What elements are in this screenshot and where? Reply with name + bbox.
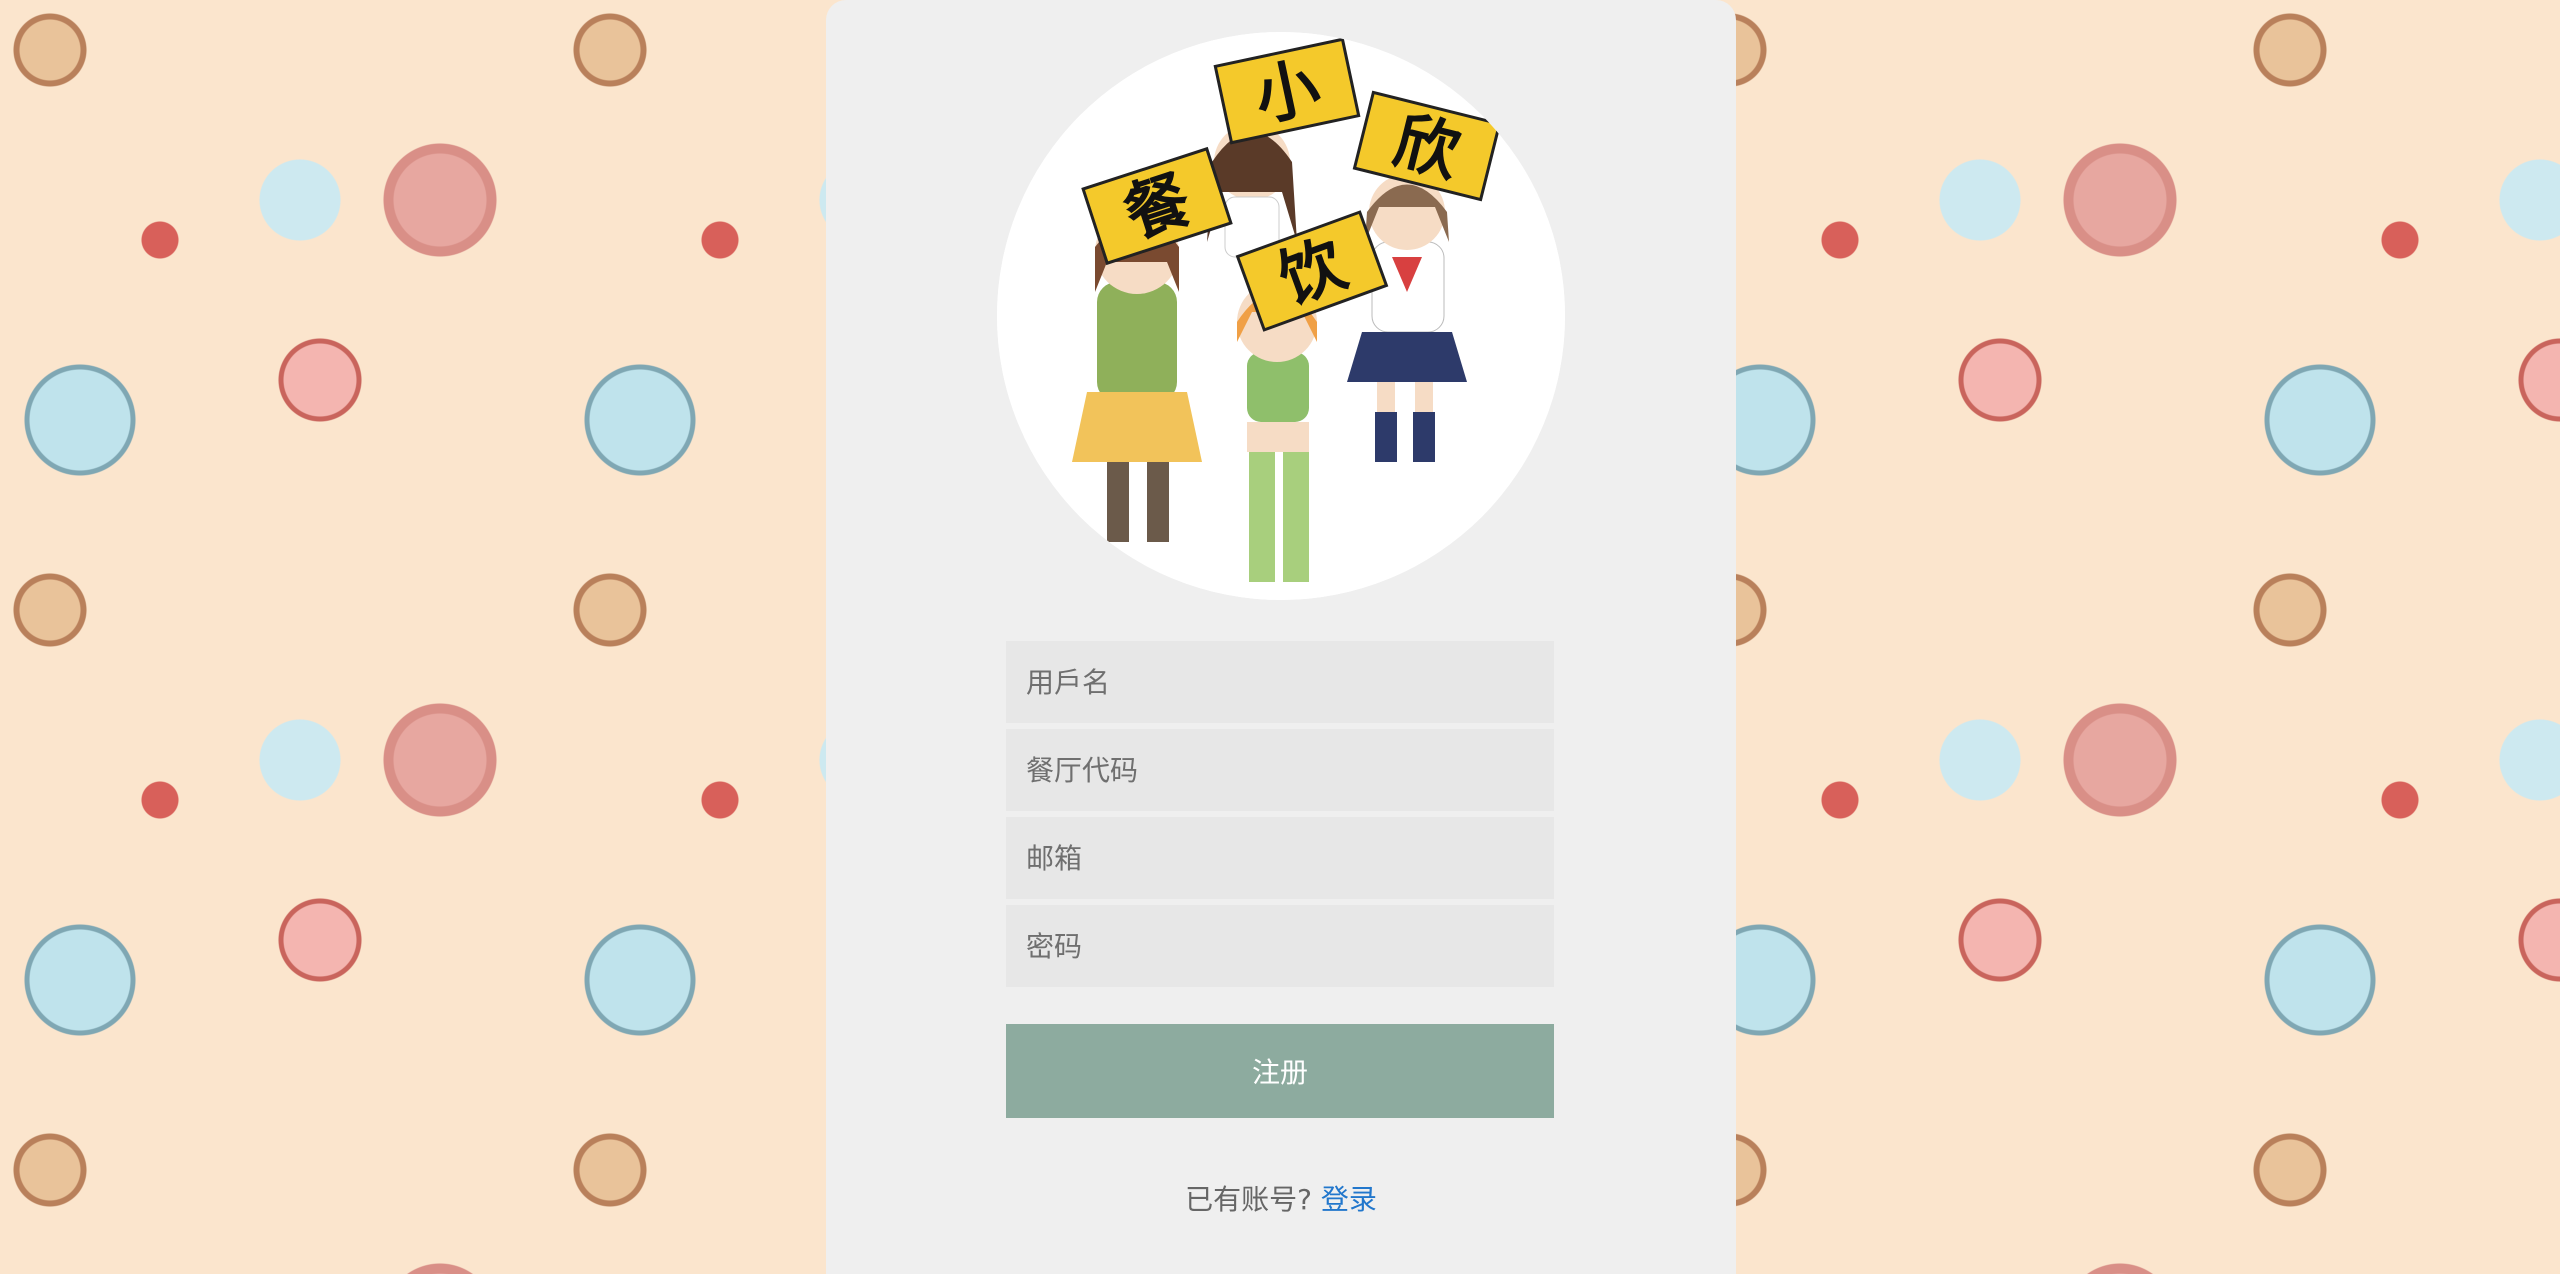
username-input[interactable] xyxy=(1006,641,1554,723)
register-button[interactable]: 注册 xyxy=(1006,1024,1554,1118)
login-prompt: 已有账号? 登录 xyxy=(826,1178,1736,1218)
login-link[interactable]: 登录 xyxy=(1321,1183,1377,1216)
restaurant-logo: 小 欣 餐 饮 xyxy=(997,32,1565,600)
email-input[interactable] xyxy=(1006,817,1554,899)
login-prompt-text: 已有账号? xyxy=(1185,1183,1312,1216)
password-input[interactable] xyxy=(1006,905,1554,987)
restaurant-code-input[interactable] xyxy=(1006,729,1554,811)
